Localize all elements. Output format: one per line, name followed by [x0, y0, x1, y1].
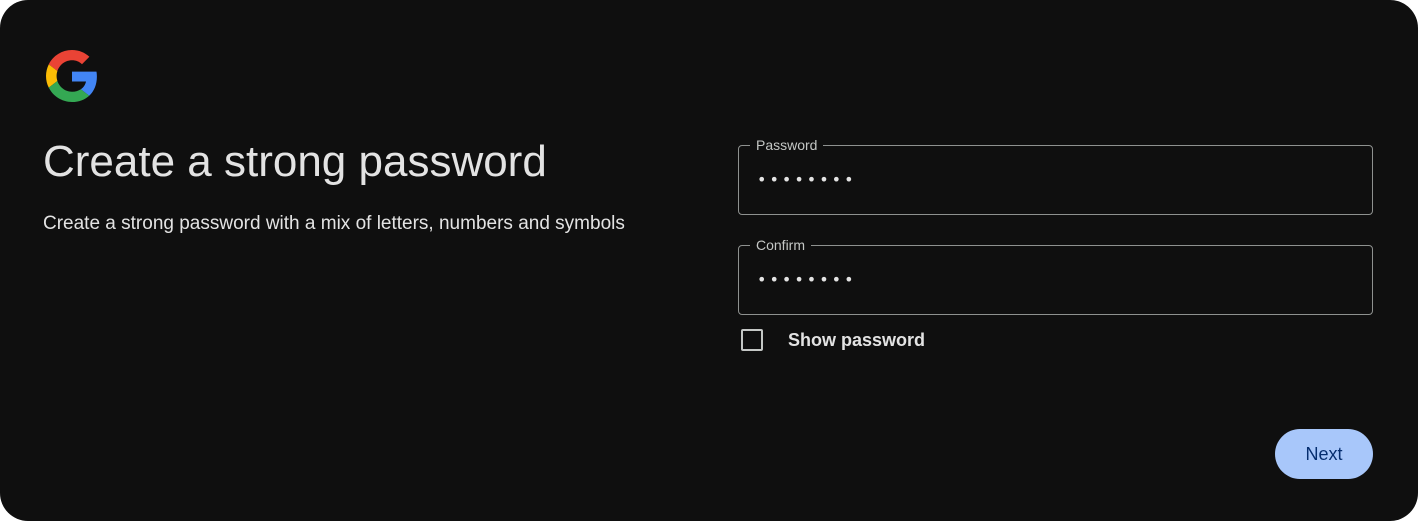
show-password-checkbox[interactable]: [741, 329, 763, 351]
create-password-card: Create a strong password Create a strong…: [0, 0, 1418, 521]
confirm-input[interactable]: [757, 266, 1337, 294]
password-field-label: Password: [750, 136, 824, 154]
page-title: Create a strong password: [43, 137, 547, 186]
show-password-row[interactable]: Show password: [741, 327, 925, 353]
confirm-field-label: Confirm: [750, 236, 812, 254]
show-password-label[interactable]: Show password: [788, 327, 925, 353]
password-input[interactable]: [757, 166, 1337, 194]
next-button[interactable]: Next: [1275, 429, 1373, 479]
password-field[interactable]: Password: [738, 136, 1373, 215]
google-logo-icon: [46, 50, 97, 102]
page-subtitle: Create a strong password with a mix of l…: [43, 213, 625, 234]
confirm-field[interactable]: Confirm: [738, 236, 1373, 315]
